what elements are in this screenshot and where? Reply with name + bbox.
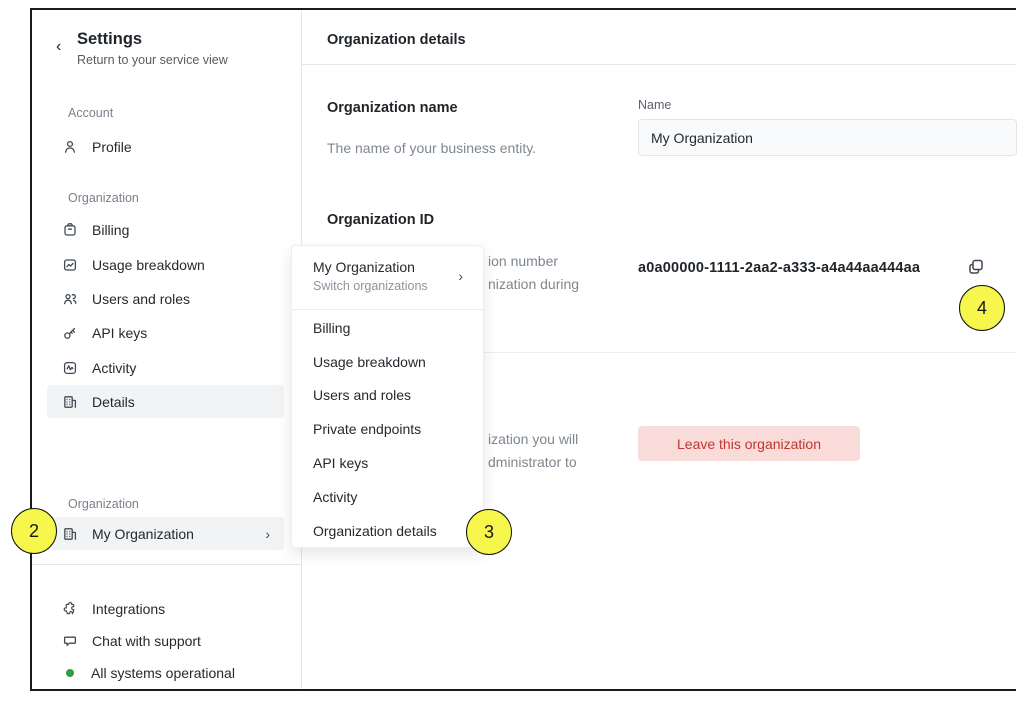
org-name-description: The name of your business entity. [327,140,536,156]
sidebar-item-label: Integrations [92,601,165,617]
organization-name-input[interactable] [638,119,1017,156]
copy-icon[interactable] [966,255,990,279]
sidebar-item-api-keys[interactable]: API keys [47,316,284,349]
org-id-heading: Organization ID [327,212,434,228]
sidebar-item-label: Chat with support [92,633,201,649]
status-label: All systems operational [91,665,235,681]
dropdown-item-billing[interactable]: Billing [292,311,483,345]
sidebar-item-label: Users and roles [92,291,190,307]
dropdown-item-activity[interactable]: Activity [292,480,483,514]
sidebar-item-chat-support[interactable]: Chat with support [47,626,284,656]
organization-building-icon [62,526,78,542]
sidebar-item-details[interactable]: Details [47,385,284,418]
dropdown-item-api-keys[interactable]: API keys [292,446,483,480]
dropdown-item-list: Billing Usage breakdown Users and roles … [292,311,483,548]
sidebar-item-my-organization[interactable]: My Organization › [47,517,284,550]
annotation-badge-3: 3 [466,509,512,555]
title-divider [302,64,1016,65]
back-chevron-icon[interactable]: ‹ [56,38,61,56]
dropdown-item-users-and-roles[interactable]: Users and roles [292,379,483,413]
usage-chart-icon [62,257,78,273]
page-title: Organization details [327,32,466,48]
dropdown-org-subtitle: Switch organizations [313,279,428,293]
users-icon [62,291,78,307]
organization-building-icon [62,394,78,410]
annotation-badge-4: 4 [959,285,1005,331]
sidebar-item-activity[interactable]: Activity [47,351,284,384]
dropdown-org-switcher[interactable]: My Organization Switch organizations › [292,246,483,310]
name-field-label: Name [638,98,671,112]
sidebar-item-profile[interactable]: Profile [47,130,284,163]
dropdown-item-usage-breakdown[interactable]: Usage breakdown [292,345,483,379]
leave-description-line1: ization you will [488,431,578,447]
status-green-dot-icon [66,669,74,677]
person-icon [62,139,78,155]
sidebar-item-label: Activity [92,360,136,376]
sidebar-item-integrations[interactable]: Integrations [47,594,284,624]
sidebar-subtitle: Return to your service view [77,53,228,67]
settings-sidebar: ‹ Settings Return to your service view A… [32,10,302,689]
activity-icon [62,360,78,376]
puzzle-icon [62,601,78,617]
organization-id-value: a0a00000-1111-2aa2-a333-a4a44aa444aa [638,260,920,276]
chevron-right-icon: › [458,268,463,284]
org-id-description-line1: ion number [488,253,558,269]
chat-bubble-icon [62,633,78,649]
organization2-section-label: Organization [68,497,139,511]
system-status-row[interactable]: All systems operational [47,658,284,688]
dropdown-org-name: My Organization [313,259,415,275]
sidebar-item-billing[interactable]: Billing [47,213,284,246]
leave-description-line2: dministrator to [488,454,577,470]
sidebar-item-label: My Organization [92,526,194,542]
leave-organization-button[interactable]: Leave this organization [638,426,860,461]
key-icon [62,325,78,341]
sidebar-item-label: Details [92,394,135,410]
organization-section-label: Organization [68,191,139,205]
dropdown-item-private-endpoints[interactable]: Private endpoints [292,412,483,446]
billing-icon [62,222,78,238]
sidebar-item-label: Usage breakdown [92,257,205,273]
org-name-heading: Organization name [327,100,458,116]
organization-dropdown-menu: My Organization Switch organizations › B… [291,245,484,548]
sidebar-title[interactable]: Settings [77,30,142,49]
account-section-label: Account [68,106,113,120]
chevron-right-icon: › [265,526,270,542]
settings-window: ‹ Settings Return to your service view A… [30,8,1016,691]
dropdown-item-organization-details[interactable]: Organization details [292,514,483,548]
annotation-badge-2: 2 [11,508,57,554]
sidebar-item-label: API keys [92,325,147,341]
org-id-description-line2: nization during [488,276,579,292]
sidebar-divider [32,564,301,565]
sidebar-item-label: Billing [92,222,129,238]
sidebar-item-usage-breakdown[interactable]: Usage breakdown [47,248,284,281]
sidebar-item-users-and-roles[interactable]: Users and roles [47,282,284,315]
sidebar-item-label: Profile [92,139,132,155]
